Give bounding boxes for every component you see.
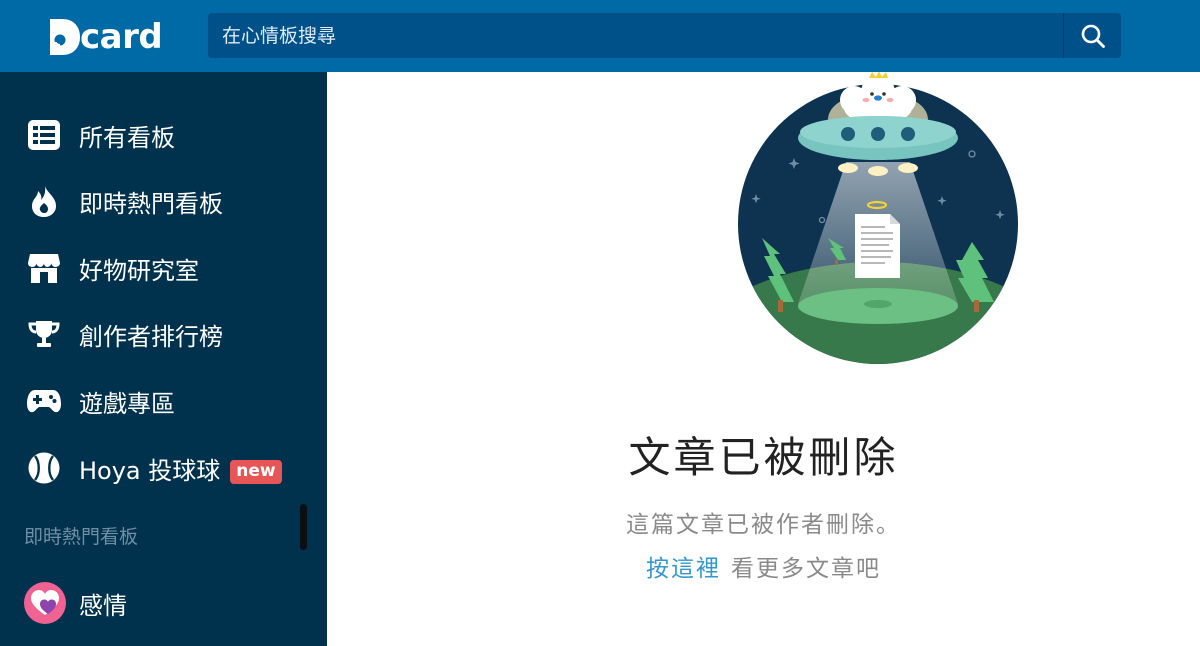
search-button[interactable] [1063,13,1121,58]
dcard-logo[interactable]: card [46,14,166,60]
main-content: 文章已被刪除 這篇文章已被作者刪除。 按這裡 看更多文章吧 [327,72,1200,646]
heart-avatar-icon [24,582,66,624]
deleted-post-title: 文章已被刪除 [628,433,899,482]
more-articles-link[interactable]: 按這裡 [646,556,721,582]
sidebar-item-all-forums[interactable]: 所有看板 [0,107,310,163]
sidebar-scrollbar-thumb[interactable] [300,504,307,550]
sidebar-item-hot-forums[interactable]: 即時熱門看板 [0,173,310,229]
sidebar-item-forum-relationship[interactable]: 感情 [0,575,310,631]
shop-icon [26,250,62,286]
section-title-hot-forums: 即時熱門看板 [24,526,139,548]
list-icon [26,117,62,153]
search-bar [208,13,1121,58]
sidebar-item-games[interactable]: 遊戲專區 [0,373,310,429]
baseball-icon [26,450,62,486]
deleted-post-subtitle: 這篇文章已被作者刪除。 [626,512,901,538]
more-articles-text: 看更多文章吧 [731,556,881,582]
search-input[interactable] [208,13,1061,58]
sidebar-item-hoya-baseball[interactable]: Hoya 投球球 new [0,440,310,496]
deleted-post-illustration [738,72,1018,364]
sidebar-item-label: 遊戲專區 [79,389,175,418]
sidebar-item-text: Hoya 投球球 [79,456,221,485]
sidebar-item-goods-lab[interactable]: 好物研究室 [0,240,310,296]
sidebar-item-label: 好物研究室 [79,256,199,285]
sidebar-item-creator-ranking[interactable]: 創作者排行榜 [0,306,310,362]
dcard-logo-icon [50,19,80,55]
sidebar-item-label: 所有看板 [79,123,175,152]
gamepad-icon [26,383,62,419]
sidebar-item-label: 感情 [79,591,127,620]
search-icon [1081,24,1105,48]
sidebar-item-label: 即時熱門看板 [79,189,223,218]
more-articles-line: 按這裡 看更多文章吧 [327,549,1200,583]
trophy-icon [26,316,62,352]
new-badge: new [230,459,282,484]
sidebar: 所有看板 即時熱門看板 好物研究室 創作者排行榜 遊戲專區 Hoya 投球球 n… [0,72,327,646]
top-bar: card [0,0,1200,72]
flame-icon [26,183,62,219]
logo-text: card [80,17,163,57]
sidebar-item-label: Hoya 投球球 new [79,451,282,486]
sidebar-item-label: 創作者排行榜 [79,322,223,351]
